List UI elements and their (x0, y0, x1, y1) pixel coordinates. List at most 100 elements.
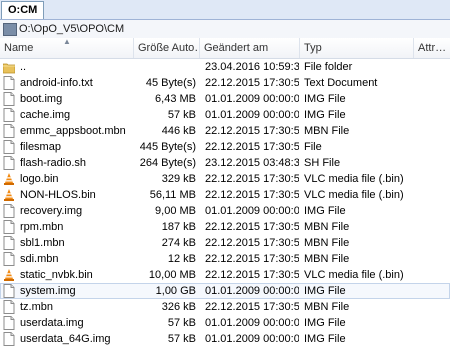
document-icon (3, 316, 15, 330)
file-name: sbl1.mbn (20, 237, 65, 249)
file-modified-date: 01.01.2009 00:00:00 (205, 109, 299, 121)
file-name: userdata_64G.img (20, 333, 111, 345)
file-row[interactable]: sbl1.mbn 274 kB 22.12.2015 17:30:50 MBN Fil… (0, 235, 450, 251)
document-icon (3, 92, 15, 106)
file-row[interactable]: system.img 1,00 GB 01.01.2009 00:00:00 IMG … (0, 283, 450, 299)
vlc-cone-icon (3, 188, 15, 202)
address-bar[interactable]: O:\OpO_V5\OPO\CM (0, 20, 450, 39)
file-row[interactable]: android-info.txt 45 Byte(s) 22.12.2015 17:… (0, 75, 450, 91)
file-modified-date: 22.12.2015 17:30:50 (205, 125, 299, 137)
column-header-date[interactable]: Geändert am (200, 38, 300, 58)
file-row[interactable]: tz.mbn 326 kB 22.12.2015 17:30:50 MBN File (0, 299, 450, 315)
document-icon (3, 204, 15, 218)
column-header-size[interactable]: Größe Auto… (134, 38, 200, 58)
path-text[interactable]: O:\OpO_V5\OPO\CM (19, 22, 124, 36)
file-type: File (304, 141, 322, 153)
column-header-name[interactable]: Name ▲ (0, 38, 134, 58)
file-modified-date: 22.12.2015 17:30:50 (205, 221, 299, 233)
document-icon (3, 284, 15, 298)
file-type: IMG File (304, 285, 346, 297)
vlc-cone-icon (3, 268, 15, 282)
file-row[interactable]: NON-HLOS.bin 56,11 MB 22.12.2015 17:30:50 V… (0, 187, 450, 203)
file-size (134, 59, 196, 75)
file-name: tz.mbn (20, 301, 54, 313)
file-type: MBN File (304, 301, 350, 313)
file-size: 57 kB (167, 109, 196, 121)
file-modified-date: 22.12.2015 17:30:50 (205, 189, 299, 201)
file-size: 274 kB (161, 237, 196, 249)
file-name: .. (20, 61, 27, 73)
file-name: rpm.mbn (20, 221, 64, 233)
file-modified-date: 22.12.2015 17:30:50 (205, 269, 299, 281)
file-row[interactable]: recovery.img 9,00 MB 01.01.2009 00:00:00 IM… (0, 203, 450, 219)
file-row[interactable]: sdi.mbn 12 kB 22.12.2015 17:30:50 MBN File (0, 251, 450, 267)
file-type: IMG File (304, 317, 346, 329)
file-type: IMG File (304, 93, 346, 105)
file-name: sdi.mbn (20, 253, 59, 265)
file-type: MBN File (304, 237, 350, 249)
file-name: emmc_appsboot.mbn (20, 125, 126, 137)
file-modified-date: 01.01.2009 00:00:00 (205, 93, 299, 105)
file-row[interactable]: userdata.img 57 kB 01.01.2009 00:00:00 IMG … (0, 315, 450, 331)
file-type: VLC media file (.bin) (304, 269, 404, 281)
file-name: logo.bin (20, 173, 59, 185)
document-icon (3, 108, 15, 122)
file-row[interactable]: static_nvbk.bin 10,00 MB 22.12.2015 17:30:… (0, 267, 450, 283)
file-size: 329 kB (161, 173, 196, 185)
tab-bar: O:CM (0, 0, 450, 20)
file-type: IMG File (304, 109, 346, 121)
file-size: 446 kB (161, 125, 196, 137)
file-row[interactable]: userdata_64G.img 57 kB 01.01.2009 00:00:00… (0, 331, 450, 347)
file-type: IMG File (304, 333, 346, 345)
file-modified-date: 22.12.2015 17:30:50 (205, 141, 299, 153)
sort-ascending-icon: ▲ (63, 38, 71, 46)
column-header-type[interactable]: Typ (300, 38, 414, 58)
file-type: VLC media file (.bin) (304, 173, 404, 185)
tab-current-folder[interactable]: O:CM (1, 1, 45, 19)
file-row[interactable]: logo.bin 329 kB 22.12.2015 17:30:50 VLC med… (0, 171, 450, 187)
file-size: 6,43 MB (155, 93, 196, 105)
file-name: android-info.txt (20, 77, 93, 89)
file-size: 56,11 MB (149, 189, 196, 201)
file-size: 326 kB (161, 301, 196, 313)
file-type: MBN File (304, 125, 350, 137)
file-size: 10,00 MB (148, 269, 196, 281)
document-icon (3, 332, 15, 346)
file-modified-date: 23.04.2016 10:59:30 (205, 61, 299, 73)
file-row[interactable]: flash-radio.sh 264 Byte(s) 23.12.2015 03:4… (0, 155, 450, 171)
file-modified-date: 22.12.2015 17:30:50 (205, 301, 299, 313)
file-type: File folder (304, 61, 353, 73)
file-size: 12 kB (167, 253, 196, 265)
file-type: VLC media file (.bin) (304, 189, 404, 201)
document-icon (3, 156, 15, 170)
file-name: recovery.img (20, 205, 83, 217)
file-size: 45 Byte(s) (145, 77, 196, 89)
file-modified-date: 01.01.2009 00:00:00 (205, 205, 299, 217)
document-icon (3, 76, 15, 90)
file-row[interactable]: .. 23.04.2016 10:59:30 File folder (0, 59, 450, 75)
file-size: 264 Byte(s) (139, 157, 196, 169)
document-icon (3, 140, 15, 154)
file-name: boot.img (20, 93, 63, 105)
file-row[interactable]: emmc_appsboot.mbn 446 kB 22.12.2015 17:30:… (0, 123, 450, 139)
file-size: 445 Byte(s) (139, 141, 196, 153)
file-row[interactable]: rpm.mbn 187 kB 22.12.2015 17:30:50 MBN File (0, 219, 450, 235)
file-modified-date: 22.12.2015 17:30:50 (205, 77, 299, 89)
file-name: flash-radio.sh (20, 157, 87, 169)
file-size: 57 kB (167, 333, 196, 345)
file-row[interactable]: filesmap 445 Byte(s) 22.12.2015 17:30:50 Fi… (0, 139, 450, 155)
file-name: userdata.img (20, 317, 84, 329)
column-header-name-label: Name (4, 42, 34, 54)
file-list: .. 23.04.2016 10:59:30 File folder android-… (0, 59, 450, 347)
file-type: SH File (304, 157, 341, 169)
file-modified-date: 01.01.2009 00:00:00 (205, 285, 299, 297)
file-name: static_nvbk.bin (20, 269, 93, 281)
file-modified-date: 01.01.2009 00:00:00 (205, 317, 299, 329)
file-size: 1,00 GB (155, 285, 196, 297)
file-row[interactable]: boot.img 6,43 MB 01.01.2009 00:00:00 IMG Fi… (0, 91, 450, 107)
file-modified-date: 22.12.2015 17:30:50 (205, 237, 299, 249)
column-header-attributes[interactable]: Attr… (414, 38, 450, 58)
vlc-cone-icon (3, 172, 15, 186)
document-icon (3, 300, 15, 314)
file-row[interactable]: cache.img 57 kB 01.01.2009 00:00:00 IMG Fil… (0, 107, 450, 123)
